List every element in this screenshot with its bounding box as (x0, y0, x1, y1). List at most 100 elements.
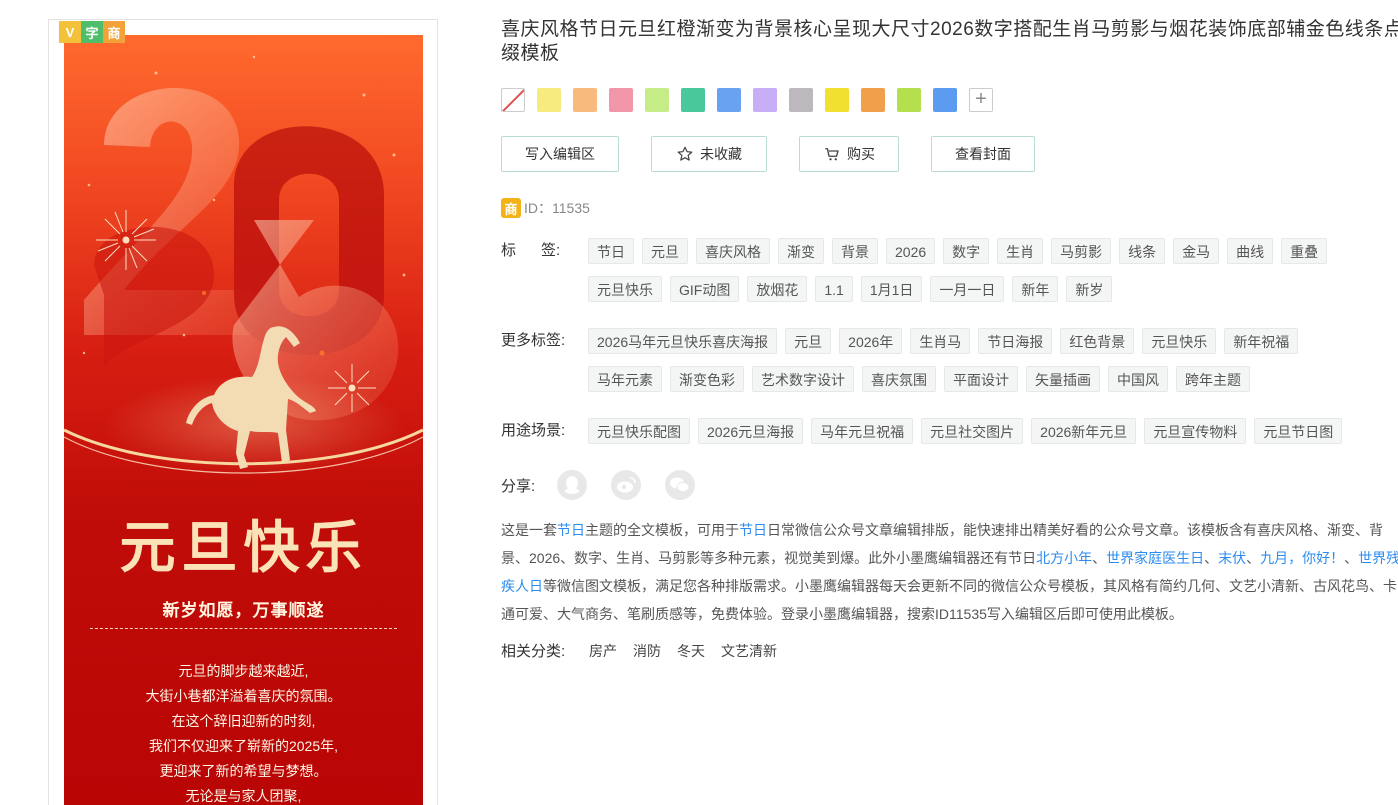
font-badge: 字 (81, 21, 103, 43)
more-tag-chip[interactable]: 生肖马 (910, 328, 971, 354)
desc-link-related[interactable]: 末伏 (1218, 550, 1246, 566)
tag-chip[interactable]: 金马 (1173, 238, 1220, 264)
share-row: 分享: (501, 470, 1398, 500)
write-to-editor-button[interactable]: 写入编辑区 (501, 136, 619, 172)
more-tag-chip[interactable]: 中国风 (1108, 366, 1168, 392)
tag-chip[interactable]: 马剪影 (1051, 238, 1112, 264)
desc-link-related[interactable]: 九月，你好！ (1260, 550, 1344, 566)
swatch[interactable] (573, 88, 597, 112)
wechat-icon[interactable] (665, 470, 695, 500)
swatch[interactable] (753, 88, 777, 112)
add-color-button[interactable]: + (969, 88, 993, 112)
more-tag-chip[interactable]: 元旦 (785, 328, 832, 354)
weibo-icon[interactable] (611, 470, 641, 500)
tag-chip[interactable]: 线条 (1119, 238, 1166, 264)
swatch[interactable] (933, 88, 957, 112)
more-tag-chip[interactable]: 元旦快乐 (1142, 328, 1217, 354)
usage-tag-chip[interactable]: 马年元旦祝福 (811, 418, 914, 444)
poster-body: 元旦的脚步越来越近, 大街小巷都洋溢着喜庆的氛围。 在这个辞旧迎新的时刻, 我们… (64, 659, 423, 805)
swatch-original[interactable] (501, 88, 525, 112)
swatch[interactable] (825, 88, 849, 112)
tag-chip[interactable]: 元旦快乐 (588, 276, 662, 302)
more-tag-chip[interactable]: 马年元素 (588, 366, 662, 392)
more-tags-label: 更多标签: (501, 332, 566, 349)
tag-chip[interactable]: GIF动图 (670, 276, 740, 302)
more-tag-chip[interactable]: 艺术数字设计 (752, 366, 854, 392)
tags-row: 标 签: 节日 元旦 喜庆风格 渐变 背景 2026 数字 生肖 马剪影 线条 金马 曲线 重叠 元旦快乐… (501, 238, 1398, 314)
star-icon (676, 145, 694, 163)
swatch[interactable] (609, 88, 633, 112)
usage-tag-chip[interactable]: 元旦社交图片 (921, 418, 1024, 444)
desc-separator: 、 (1092, 550, 1107, 566)
more-tag-chip[interactable]: 喜庆氛围 (862, 366, 936, 392)
category-link[interactable]: 房产 (589, 641, 617, 661)
view-cover-button[interactable]: 查看封面 (931, 136, 1035, 172)
usage-tag-chip[interactable]: 元旦节日图 (1254, 418, 1343, 444)
usage-tag-chip[interactable]: 2026元旦海报 (698, 418, 804, 444)
tag-chip[interactable]: 2026 (886, 238, 936, 264)
tag-chip[interactable]: 1.1 (815, 276, 853, 302)
poster-line: 在这个辞旧迎新的时刻, (171, 713, 316, 729)
more-tag-chip[interactable]: 平面设计 (944, 366, 1018, 392)
desc-link-related[interactable]: 北方小年 (1036, 550, 1092, 566)
poster-subtitle: 新岁如愿，万事顺遂 (162, 601, 325, 620)
desc-link-festival[interactable]: 节日 (557, 522, 585, 538)
desc-link-festival[interactable]: 节日 (739, 522, 767, 538)
tag-chip[interactable]: 生肖 (997, 238, 1044, 264)
tag-chip[interactable]: 新岁 (1066, 276, 1113, 302)
swatch[interactable] (861, 88, 885, 112)
color-swatches: + (501, 88, 1398, 112)
tag-chip[interactable]: 背景 (832, 238, 878, 264)
category-link[interactable]: 消防 (633, 641, 661, 661)
template-preview-card[interactable]: V 字 商 元旦快乐 新岁如愿，万事顺遂 元旦的脚步越来越近, 大街小巷都洋溢着… (48, 19, 438, 805)
more-tag-chip[interactable]: 新年祝福 (1224, 328, 1299, 354)
usage-row: 用途场景: 元旦快乐配图 2026元旦海报 马年元旦祝福 元旦社交图片 2026新年元旦… (501, 418, 1398, 456)
buy-button[interactable]: 购买 (799, 136, 899, 172)
more-tag-chip[interactable]: 节日海报 (978, 328, 1053, 354)
qq-icon[interactable] (557, 470, 587, 500)
more-tag-chip[interactable]: 矢量插画 (1026, 366, 1100, 392)
tag-chip[interactable]: 1月1日 (860, 276, 923, 302)
more-tag-chip[interactable]: 跨年主题 (1176, 366, 1250, 392)
tag-chip[interactable]: 渐变 (778, 238, 824, 264)
usage-list: 元旦快乐配图 2026元旦海报 马年元旦祝福 元旦社交图片 2026新年元旦 元旦宣传物料… (588, 418, 1388, 456)
more-tag-chip[interactable]: 渐变色彩 (670, 366, 744, 392)
swatch[interactable] (681, 88, 705, 112)
more-tag-chip[interactable]: 2026马年元旦快乐喜庆海报 (588, 328, 778, 354)
tag-chip[interactable]: 曲线 (1227, 238, 1274, 264)
related-categories: 相关分类: 房产 消防 冬天 文艺清新 (501, 640, 1398, 661)
share-label: 分享: (501, 477, 536, 495)
usage-tag-chip[interactable]: 元旦宣传物料 (1144, 418, 1247, 444)
tag-chip[interactable]: 喜庆风格 (696, 238, 770, 264)
favorite-button[interactable]: 未收藏 (651, 136, 767, 172)
desc-link-related[interactable]: 世界家庭医生日 (1106, 550, 1204, 566)
more-tag-chip[interactable]: 红色背景 (1060, 328, 1135, 354)
tag-chip[interactable]: 一月一日 (930, 276, 1005, 302)
usage-label: 用途场景: (501, 422, 566, 439)
tag-chip[interactable]: 重叠 (1281, 238, 1328, 264)
poster-image: 元旦快乐 新岁如愿，万事顺遂 元旦的脚步越来越近, 大街小巷都洋溢着喜庆的氛围。… (64, 35, 423, 805)
swatch[interactable] (789, 88, 813, 112)
tag-chip[interactable]: 新年 (1012, 276, 1059, 302)
firework-left (96, 210, 156, 270)
category-link[interactable]: 文艺清新 (721, 641, 777, 661)
template-description: 这是一套节日主题的全文模板，可用于节日日常微信公众号文章编辑排版，能快速排出精美… (501, 516, 1398, 628)
tag-chip[interactable]: 元旦 (642, 238, 688, 264)
tag-chip[interactable]: 数字 (943, 238, 990, 264)
tag-chip[interactable]: 放烟花 (747, 276, 808, 302)
desc-separator: 、 (1344, 550, 1359, 566)
swatch[interactable] (645, 88, 669, 112)
usage-tag-chip[interactable]: 元旦快乐配图 (588, 418, 690, 444)
swatch[interactable] (537, 88, 561, 112)
poster-artwork (64, 55, 423, 475)
more-tag-chip[interactable]: 2026年 (839, 328, 903, 354)
tag-chip[interactable]: 节日 (588, 238, 634, 264)
category-link[interactable]: 冬天 (677, 641, 705, 661)
swatch[interactable] (897, 88, 921, 112)
buy-label: 购买 (847, 146, 875, 162)
more-tag-list: 2026马年元旦快乐喜庆海报 元旦 2026年 生肖马 节日海报 红色背景 元旦快乐 新年祝福… (588, 328, 1388, 404)
desc-text: 等微信图文模板，满足您各种排版需求。小墨鹰编辑器每天会更新不同的微信公众号模板，… (501, 578, 1397, 622)
poster-line: 我们不仅迎来了崭新的2025年, (148, 738, 339, 754)
swatch[interactable] (717, 88, 741, 112)
usage-tag-chip[interactable]: 2026新年元旦 (1031, 418, 1137, 444)
